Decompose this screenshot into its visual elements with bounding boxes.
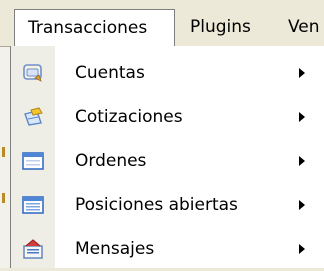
background-edge-mark: [2, 193, 5, 203]
submenu-arrow-icon: [299, 68, 305, 78]
accounts-icon: [21, 61, 45, 85]
menu-item-cuentas[interactable]: Cuentas: [11, 51, 324, 95]
open-positions-icon: [21, 193, 45, 217]
orders-icon: [21, 149, 45, 173]
submenu-arrow-icon: [299, 112, 305, 122]
menu-item-cotizaciones[interactable]: Cotizaciones: [11, 95, 324, 139]
menu-item-label: Mensajes: [75, 239, 155, 259]
menu-ventana[interactable]: Ven: [288, 9, 324, 46]
menu-item-mensajes[interactable]: Mensajes: [11, 227, 324, 271]
submenu-arrow-icon: [299, 156, 305, 166]
menu-item-label: Cotizaciones: [75, 107, 183, 127]
transacciones-dropdown-menu: Cuentas Cotizaciones Ordenes Posiciones …: [10, 46, 324, 268]
menu-transacciones[interactable]: Transacciones: [14, 9, 175, 46]
menu-bar: Transacciones Plugins Ven: [0, 0, 324, 47]
menu-item-label: Cuentas: [75, 63, 145, 83]
menu-item-ordenes[interactable]: Ordenes: [11, 139, 324, 183]
menu-item-label: Ordenes: [75, 151, 147, 171]
submenu-arrow-icon: [299, 200, 305, 210]
menu-item-label: Posiciones abiertas: [75, 195, 238, 215]
background-edge-mark: [2, 147, 5, 157]
menu-plugins[interactable]: Plugins: [190, 9, 280, 46]
messages-icon: [21, 237, 45, 261]
quotes-icon: [21, 105, 45, 129]
background-window-edge: [0, 47, 10, 268]
menu-item-posiciones-abiertas[interactable]: Posiciones abiertas: [11, 183, 324, 227]
submenu-arrow-icon: [299, 244, 305, 254]
